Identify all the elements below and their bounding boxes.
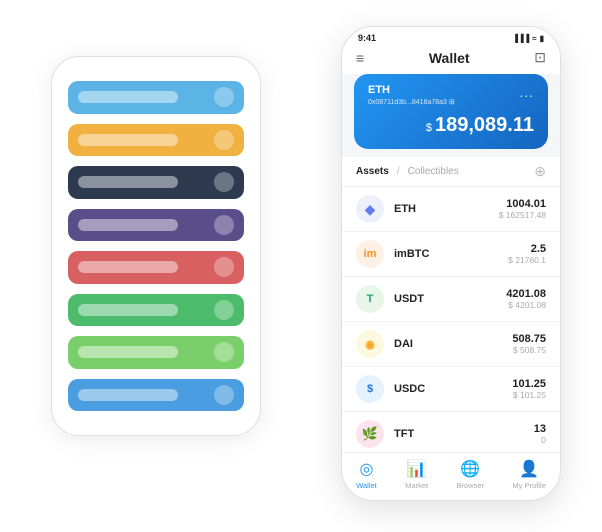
wallet-card-title: ETH: [368, 84, 534, 96]
phone-header: ≡ Wallet ⊡: [342, 43, 560, 74]
address-copy-icon[interactable]: ⊞: [449, 99, 455, 106]
status-bar: 9:41 ▐▐▐ ≈ ▮: [342, 27, 560, 43]
asset-name-eth: ETH: [394, 203, 489, 215]
wallet-card-address: 0x08711d3b...8418a78a3 ⊞: [368, 98, 534, 106]
card-icon: [214, 385, 234, 405]
asset-amount-usdc: 101.25: [512, 378, 546, 390]
expand-icon[interactable]: ⊡: [534, 49, 546, 66]
asset-row-usdc[interactable]: $ USDC 101.25 $ 101.25: [342, 367, 560, 412]
card-icon: [214, 87, 234, 107]
asset-row-imbtc[interactable]: im imBTC 2.5 $ 21760.1: [342, 232, 560, 277]
status-time: 9:41: [358, 33, 376, 43]
assets-header: Assets / Collectibles ⊕: [342, 157, 560, 187]
wallet-card[interactable]: ... ETH 0x08711d3b...8418a78a3 ⊞ $189,08…: [354, 74, 548, 149]
asset-row-usdt[interactable]: T USDT 4201.08 $ 4201.08: [342, 277, 560, 322]
market-nav-label: Market: [405, 481, 428, 490]
card-icon: [214, 130, 234, 150]
asset-amounts-tft: 13 0: [534, 423, 546, 445]
tab-assets[interactable]: Assets: [356, 166, 389, 177]
asset-usd-eth: $ 162517.48: [499, 210, 546, 220]
usdt-icon: T: [356, 285, 384, 313]
assets-tabs: Assets / Collectibles: [356, 166, 459, 177]
asset-usd-usdt: $ 4201.08: [506, 300, 546, 310]
list-item[interactable]: [68, 81, 244, 114]
page-title: Wallet: [364, 50, 534, 66]
profile-nav-icon: 👤: [519, 459, 539, 479]
card-icon: [214, 172, 234, 192]
bottom-nav: ◎ Wallet 📊 Market 🌐 Browser 👤 My Profile: [342, 452, 560, 500]
asset-name-dai: DAI: [394, 338, 502, 350]
card-bar: [78, 134, 178, 146]
nav-browser[interactable]: 🌐 Browser: [457, 459, 485, 490]
browser-nav-icon: 🌐: [460, 459, 480, 479]
asset-amount-tft: 13: [534, 423, 546, 435]
asset-amount-eth: 1004.01: [499, 198, 546, 210]
foreground-phone: 9:41 ▐▐▐ ≈ ▮ ≡ Wallet ⊡ ... ETH 0x08711d…: [341, 26, 561, 501]
tab-collectibles[interactable]: Collectibles: [408, 166, 459, 177]
add-asset-button[interactable]: ⊕: [534, 163, 546, 180]
wallet-nav-label: Wallet: [356, 481, 377, 490]
asset-name-usdt: USDT: [394, 293, 496, 305]
dai-icon: ◉: [356, 330, 384, 358]
imbtc-icon: im: [356, 240, 384, 268]
asset-name-imbtc: imBTC: [394, 248, 498, 260]
asset-amounts-dai: 508.75 $ 508.75: [512, 333, 546, 355]
nav-profile[interactable]: 👤 My Profile: [512, 459, 545, 490]
card-icon: [214, 215, 234, 235]
usdc-icon: $: [356, 375, 384, 403]
scene: 9:41 ▐▐▐ ≈ ▮ ≡ Wallet ⊡ ... ETH 0x08711d…: [31, 16, 571, 516]
nav-wallet[interactable]: ◎ Wallet: [356, 459, 377, 490]
status-icons: ▐▐▐ ≈ ▮: [512, 34, 544, 43]
list-item[interactable]: [68, 336, 244, 369]
asset-amounts-usdc: 101.25 $ 101.25: [512, 378, 546, 400]
card-bar: [78, 304, 178, 316]
eth-icon: ◆: [356, 195, 384, 223]
wallet-nav-icon: ◎: [360, 459, 374, 479]
asset-usd-tft: 0: [534, 435, 546, 445]
card-bar: [78, 389, 178, 401]
list-item[interactable]: [68, 209, 244, 242]
card-icon: [214, 300, 234, 320]
signal-icon: ▐▐▐: [512, 34, 529, 43]
asset-row-tft[interactable]: 🌿 TFT 13 0: [342, 412, 560, 452]
asset-usd-usdc: $ 101.25: [512, 390, 546, 400]
list-item[interactable]: [68, 379, 244, 412]
card-icon: [214, 342, 234, 362]
asset-amount-dai: 508.75: [512, 333, 546, 345]
card-bar: [78, 219, 178, 231]
card-bar: [78, 176, 178, 188]
asset-amount-usdt: 4201.08: [506, 288, 546, 300]
profile-nav-label: My Profile: [512, 481, 545, 490]
market-nav-icon: 📊: [407, 459, 427, 479]
asset-amounts-imbtc: 2.5 $ 21760.1: [508, 243, 546, 265]
asset-row-dai[interactable]: ◉ DAI 508.75 $ 508.75: [342, 322, 560, 367]
asset-name-tft: TFT: [394, 428, 524, 440]
browser-nav-label: Browser: [457, 481, 485, 490]
battery-icon: ▮: [540, 34, 544, 43]
tft-icon: 🌿: [356, 420, 384, 448]
menu-icon[interactable]: ≡: [356, 50, 364, 66]
asset-row-eth[interactable]: ◆ ETH 1004.01 $ 162517.48: [342, 187, 560, 232]
list-item[interactable]: [68, 294, 244, 327]
list-item[interactable]: [68, 251, 244, 284]
list-item[interactable]: [68, 166, 244, 199]
wifi-icon: ≈: [532, 34, 536, 43]
asset-amount-imbtc: 2.5: [508, 243, 546, 255]
asset-usd-dai: $ 508.75: [512, 345, 546, 355]
background-phone: [51, 56, 261, 436]
card-bar: [78, 346, 178, 358]
asset-amounts-usdt: 4201.08 $ 4201.08: [506, 288, 546, 310]
card-bar: [78, 91, 178, 103]
currency-symbol: $: [426, 122, 432, 134]
list-item[interactable]: [68, 124, 244, 157]
asset-usd-imbtc: $ 21760.1: [508, 255, 546, 265]
card-icon: [214, 257, 234, 277]
nav-market[interactable]: 📊 Market: [405, 459, 428, 490]
tab-separator: /: [397, 166, 400, 177]
card-bar: [78, 261, 178, 273]
assets-list: ◆ ETH 1004.01 $ 162517.48 im imBTC 2.5 $…: [342, 187, 560, 452]
asset-amounts-eth: 1004.01 $ 162517.48: [499, 198, 546, 220]
asset-name-usdc: USDC: [394, 383, 502, 395]
wallet-balance: $189,089.11: [368, 114, 534, 137]
